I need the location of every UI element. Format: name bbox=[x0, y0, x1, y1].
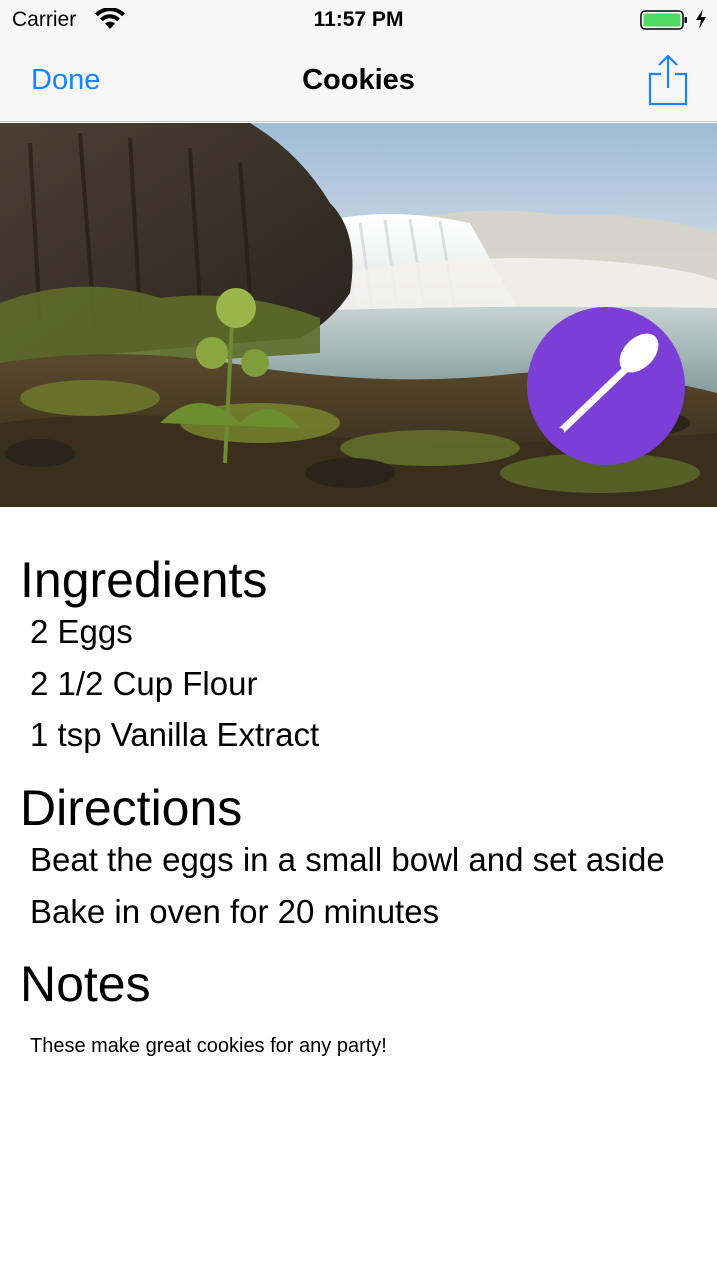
directions-heading: Directions bbox=[20, 780, 243, 836]
battery-icon bbox=[640, 10, 687, 30]
spoon-button[interactable] bbox=[527, 307, 685, 465]
ingredients-heading: Ingredients bbox=[20, 552, 268, 608]
charging-bolt-icon bbox=[696, 9, 706, 29]
direction-step: Bake in oven for 20 minutes bbox=[30, 893, 440, 930]
direction-step: Beat the eggs in a small bowl and set as… bbox=[30, 841, 665, 878]
page-title: Cookies bbox=[302, 64, 415, 96]
ingredient-item: 2 1/2 Cup Flour bbox=[30, 665, 258, 702]
recipe-screen: Carrier 11:57 PM Done Cookies Ingredient… bbox=[0, 0, 717, 1275]
ingredient-item: 2 Eggs bbox=[30, 613, 133, 650]
navigation-bar: Done Cookies bbox=[0, 40, 717, 122]
spoon-icon bbox=[556, 333, 659, 436]
status-bar: Carrier 11:57 PM bbox=[0, 0, 717, 40]
notes-text: These make great cookies for any party! bbox=[30, 1035, 387, 1057]
ingredient-item: 1 tsp Vanilla Extract bbox=[30, 716, 320, 753]
notes-heading: Notes bbox=[20, 956, 151, 1012]
share-icon[interactable] bbox=[646, 54, 690, 108]
clock: 11:57 PM bbox=[313, 8, 404, 31]
recipe-photo bbox=[0, 123, 717, 507]
